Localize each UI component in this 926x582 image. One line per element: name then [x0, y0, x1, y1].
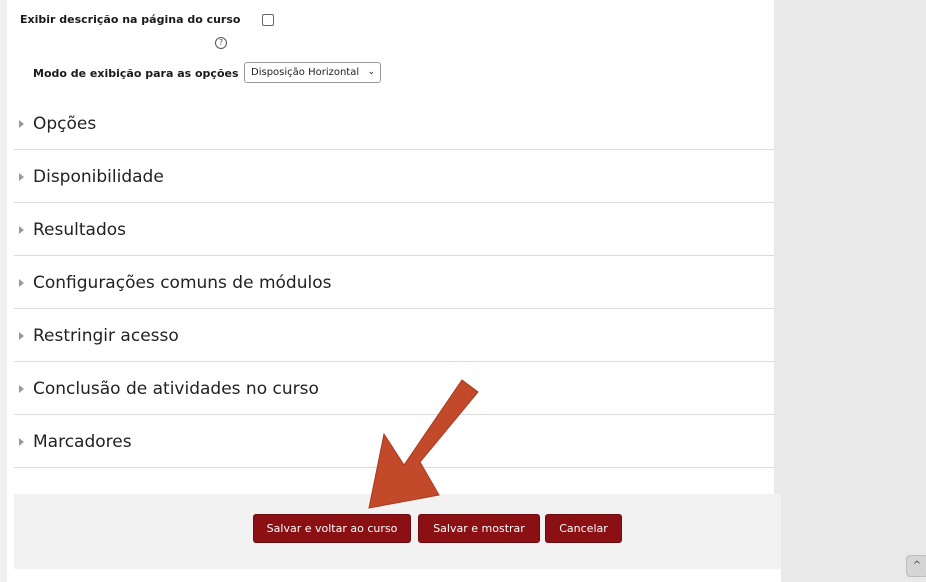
section-conclusao-atividades[interactable]: Conclusão de atividades no curso [14, 362, 774, 415]
cancel-button[interactable]: Cancelar [545, 514, 622, 543]
form-actions: Salvar e voltar ao curso Salvar e mostra… [14, 494, 781, 569]
caret-right-icon [19, 173, 24, 181]
section-label: Marcadores [33, 432, 132, 452]
section-restringir-acesso[interactable]: Restringir acesso [14, 309, 774, 362]
save-and-return-button[interactable]: Salvar e voltar ao curso [253, 514, 411, 543]
display-mode-select[interactable]: Disposição Horizontal ⌄ [244, 62, 381, 83]
section-marcadores[interactable]: Marcadores [14, 415, 774, 468]
caret-right-icon [19, 438, 24, 446]
section-label: Opções [33, 114, 97, 134]
section-label: Conclusão de atividades no curso [33, 379, 319, 399]
save-and-display-button[interactable]: Salvar e mostrar [418, 514, 540, 543]
caret-right-icon [19, 385, 24, 393]
section-label: Resultados [33, 220, 126, 240]
section-disponibilidade[interactable]: Disponibilidade [14, 150, 774, 203]
form-content: Exibir descrição na página do curso ? Mo… [7, 0, 781, 582]
scroll-to-top-button[interactable]: ^ [906, 555, 926, 577]
caret-right-icon [19, 120, 24, 128]
section-label: Disponibilidade [33, 167, 164, 187]
chevron-down-icon: ⌄ [367, 67, 375, 77]
page-bottom [14, 569, 781, 582]
caret-right-icon [19, 332, 24, 340]
section-label: Configurações comuns de módulos [33, 273, 332, 293]
section-opcoes[interactable]: Opções [14, 97, 774, 150]
section-configuracoes-comuns[interactable]: Configurações comuns de módulos [14, 256, 774, 309]
section-resultados[interactable]: Resultados [14, 203, 774, 256]
section-label: Restringir acesso [33, 326, 179, 346]
display-mode-label: Modo de exibição para as opções [33, 67, 239, 80]
show-description-checkbox[interactable] [262, 14, 274, 26]
caret-right-icon [19, 279, 24, 287]
caret-right-icon [19, 226, 24, 234]
show-description-label: Exibir descrição na página do curso [20, 13, 241, 26]
right-sidebar [774, 5, 926, 582]
left-margin [0, 0, 7, 582]
display-mode-value: Disposição Horizontal [251, 67, 360, 78]
help-icon[interactable]: ? [215, 37, 227, 49]
